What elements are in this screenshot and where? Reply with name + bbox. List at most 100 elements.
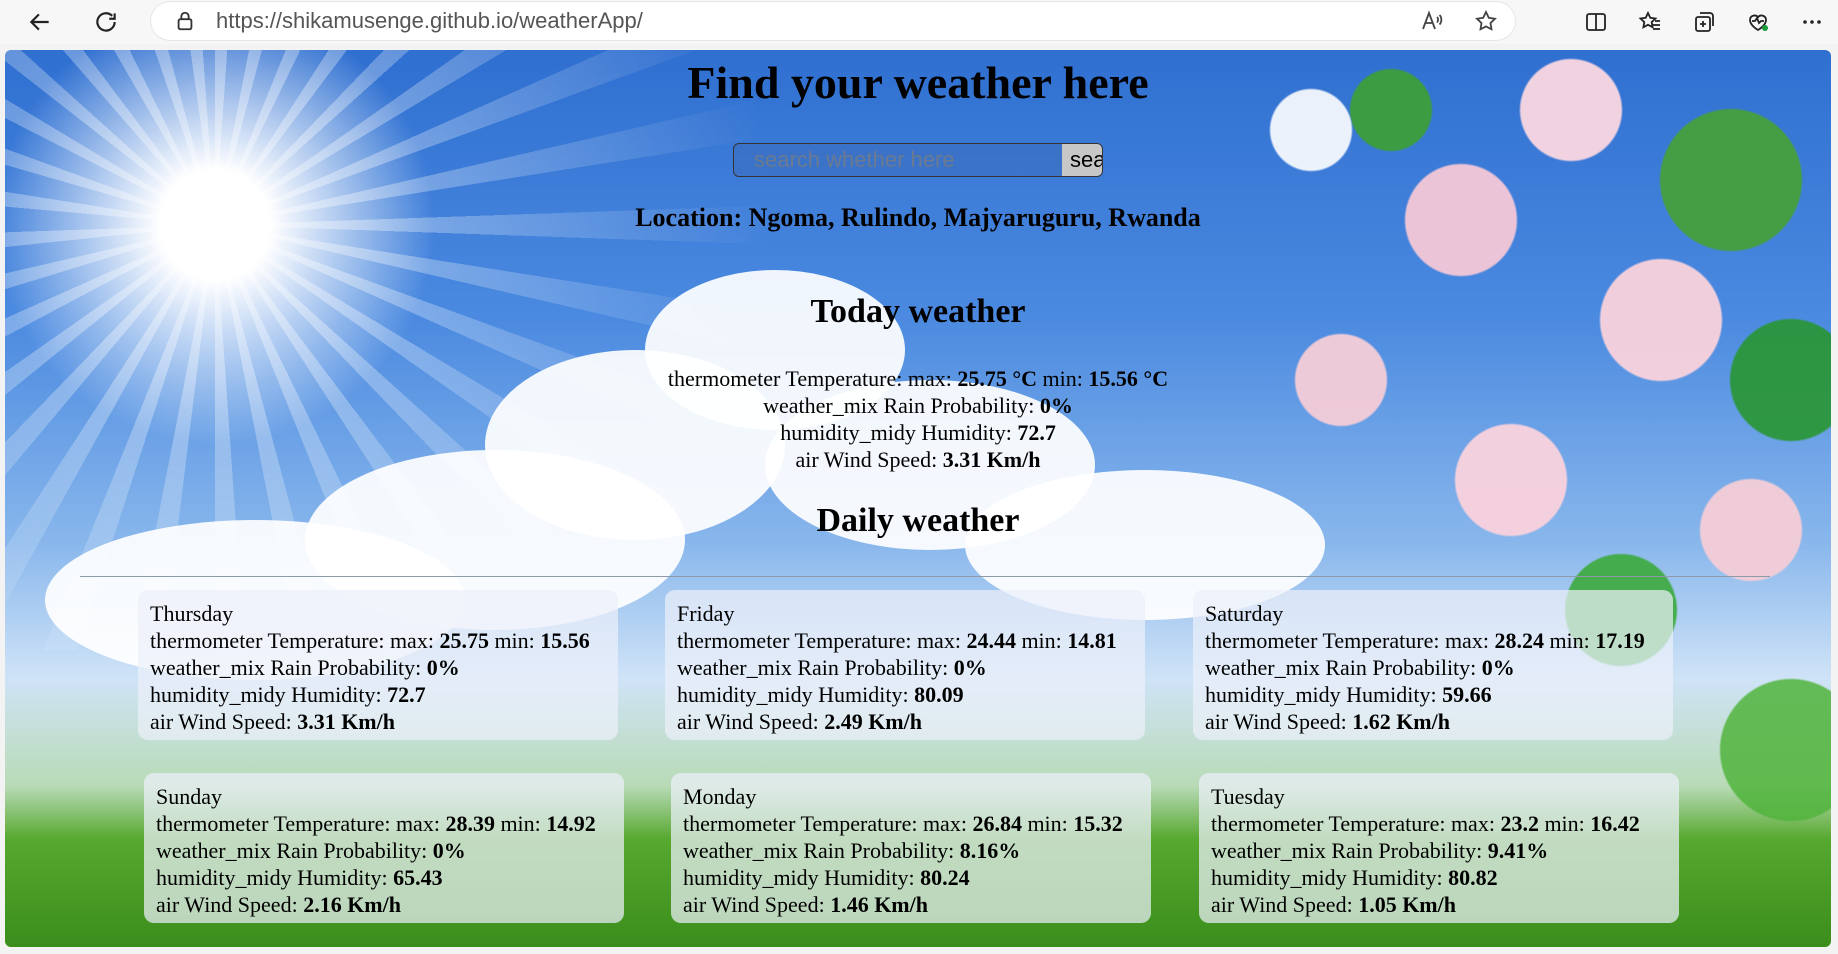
day-card: Friday thermometer Temperature: max: 24.… — [665, 590, 1145, 740]
day-card: Sunday thermometer Temperature: max: 28.… — [144, 773, 624, 923]
day-name: Thursday — [150, 601, 234, 626]
wind-value: 3.31 Km/h — [297, 709, 395, 734]
day-rain: weather_mix Rain Probability: 0% — [1205, 654, 1661, 681]
refresh-icon[interactable] — [84, 0, 128, 44]
address-bar[interactable]: https://shikamusenge.github.io/weatherAp… — [150, 1, 1516, 41]
url-text[interactable]: https://shikamusenge.github.io/weatherAp… — [216, 8, 643, 34]
rain-label: weather_mix Rain Probability: — [677, 655, 949, 680]
rain-label: weather_mix Rain Probability: — [683, 838, 955, 863]
temperature-max-value: 25.75 °C — [957, 366, 1038, 391]
day-temperature: thermometer Temperature: max: 23.2 min: … — [1211, 810, 1667, 837]
day-humidity: humidity_midy Humidity: 80.09 — [677, 681, 1133, 708]
read-aloud-icon[interactable] — [1418, 7, 1446, 35]
day-name: Monday — [683, 784, 757, 809]
temperature-max-value: 28.24 — [1494, 628, 1544, 653]
temperature-label: thermometer Temperature: max: — [683, 811, 967, 836]
temperature-min-value: 17.19 — [1595, 628, 1645, 653]
temperature-min-value: 14.81 — [1067, 628, 1117, 653]
rain-value: 0% — [426, 655, 460, 680]
day-rain: weather_mix Rain Probability: 8.16% — [683, 837, 1139, 864]
day-card: Tuesday thermometer Temperature: max: 23… — [1199, 773, 1679, 923]
today-humidity: humidity_midy Humidity: 72.7 — [5, 419, 1831, 446]
temperature-max-value: 26.84 — [972, 811, 1022, 836]
page-title: Find your weather here — [687, 57, 1149, 108]
favorites-icon[interactable] — [1634, 6, 1666, 38]
humidity-value: 72.7 — [387, 682, 426, 707]
day-card: Monday thermometer Temperature: max: 26.… — [671, 773, 1151, 923]
humidity-label: humidity_midy Humidity: — [683, 865, 915, 890]
wind-value: 2.16 Km/h — [303, 892, 401, 917]
day-wind: air Wind Speed: 2.49 Km/h — [677, 708, 1133, 735]
lock-icon[interactable] — [174, 10, 196, 32]
daily-weather-heading: Daily weather — [816, 502, 1020, 539]
wind-value: 3.31 Km/h — [942, 447, 1041, 472]
more-icon[interactable] — [1796, 6, 1828, 38]
humidity-label: humidity_midy Humidity: — [677, 682, 909, 707]
temperature-min-label: min: — [494, 628, 535, 653]
temperature-min-value: 16.42 — [1590, 811, 1640, 836]
humidity-label: humidity_midy Humidity: — [780, 420, 1012, 445]
day-rain: weather_mix Rain Probability: 9.41% — [1211, 837, 1667, 864]
rain-label: weather_mix Rain Probability: — [150, 655, 422, 680]
rain-label: weather_mix Rain Probability: — [1205, 655, 1477, 680]
rain-label: weather_mix Rain Probability: — [763, 393, 1035, 418]
search-button[interactable]: sea — [1062, 144, 1102, 176]
temperature-min-label: min: — [1042, 366, 1083, 391]
humidity-value: 80.09 — [914, 682, 964, 707]
wind-label: air Wind Speed: — [1205, 709, 1347, 734]
day-temperature: thermometer Temperature: max: 28.24 min:… — [1205, 627, 1661, 654]
day-humidity: humidity_midy Humidity: 72.7 — [150, 681, 606, 708]
rain-label: weather_mix Rain Probability: — [1211, 838, 1483, 863]
temperature-min-value: 15.56 — [540, 628, 590, 653]
today-weather-heading: Today weather — [810, 293, 1026, 330]
page-viewport: Find your weather here sea Location: Ngo… — [5, 50, 1831, 947]
humidity-value: 80.82 — [1448, 865, 1498, 890]
favorite-star-icon[interactable] — [1472, 7, 1500, 35]
day-name: Friday — [677, 601, 735, 626]
temperature-label: thermometer Temperature: max: — [150, 628, 434, 653]
temperature-label: thermometer Temperature: max: — [677, 628, 961, 653]
day-wind: air Wind Speed: 1.46 Km/h — [683, 891, 1139, 918]
day-humidity: humidity_midy Humidity: 80.82 — [1211, 864, 1667, 891]
day-rain: weather_mix Rain Probability: 0% — [156, 837, 612, 864]
temperature-label: thermometer Temperature: max: — [1205, 628, 1489, 653]
humidity-label: humidity_midy Humidity: — [1205, 682, 1437, 707]
day-rain: weather_mix Rain Probability: 0% — [150, 654, 606, 681]
temperature-label: thermometer Temperature: max: — [156, 811, 440, 836]
browser-essentials-icon[interactable] — [1742, 6, 1774, 38]
temperature-min-label: min: — [1549, 628, 1590, 653]
back-icon[interactable] — [18, 0, 62, 44]
wind-value: 1.05 Km/h — [1358, 892, 1456, 917]
search-input[interactable] — [734, 144, 1062, 176]
today-weather-panel: thermometer Temperature: max: 25.75 °C m… — [5, 365, 1831, 473]
rain-value: 9.41% — [1487, 838, 1549, 863]
wind-value: 2.49 Km/h — [824, 709, 922, 734]
rain-value: 0% — [953, 655, 987, 680]
temperature-min-label: min: — [500, 811, 541, 836]
day-wind: air Wind Speed: 1.62 Km/h — [1205, 708, 1661, 735]
today-temperature: thermometer Temperature: max: 25.75 °C m… — [5, 365, 1831, 392]
split-screen-icon[interactable] — [1580, 6, 1612, 38]
today-rain: weather_mix Rain Probability: 0% — [5, 392, 1831, 419]
wind-value: 1.46 Km/h — [830, 892, 928, 917]
day-wind: air Wind Speed: 2.16 Km/h — [156, 891, 612, 918]
day-card: Thursday thermometer Temperature: max: 2… — [138, 590, 618, 740]
day-temperature: thermometer Temperature: max: 26.84 min:… — [683, 810, 1139, 837]
collections-icon[interactable] — [1688, 6, 1720, 38]
day-name: Sunday — [156, 784, 222, 809]
browser-toolbar: https://shikamusenge.github.io/weatherAp… — [0, 0, 1838, 44]
humidity-label: humidity_midy Humidity: — [156, 865, 388, 890]
rain-value: 0% — [1039, 393, 1073, 418]
day-card: Saturday thermometer Temperature: max: 2… — [1193, 590, 1673, 740]
temperature-min-value: 14.92 — [546, 811, 596, 836]
temperature-min-value: 15.32 — [1073, 811, 1123, 836]
temperature-max-value: 24.44 — [966, 628, 1016, 653]
wind-label: air Wind Speed: — [795, 447, 938, 472]
rain-value: 8.16% — [959, 838, 1021, 863]
day-wind: air Wind Speed: 3.31 Km/h — [150, 708, 606, 735]
today-wind: air Wind Speed: 3.31 Km/h — [5, 446, 1831, 473]
temperature-min-label: min: — [1027, 811, 1068, 836]
temperature-max-value: 25.75 — [439, 628, 489, 653]
location-text: Location: Ngoma, Rulindo, Majyaruguru, R… — [635, 203, 1201, 232]
temperature-min-label: min: — [1021, 628, 1062, 653]
